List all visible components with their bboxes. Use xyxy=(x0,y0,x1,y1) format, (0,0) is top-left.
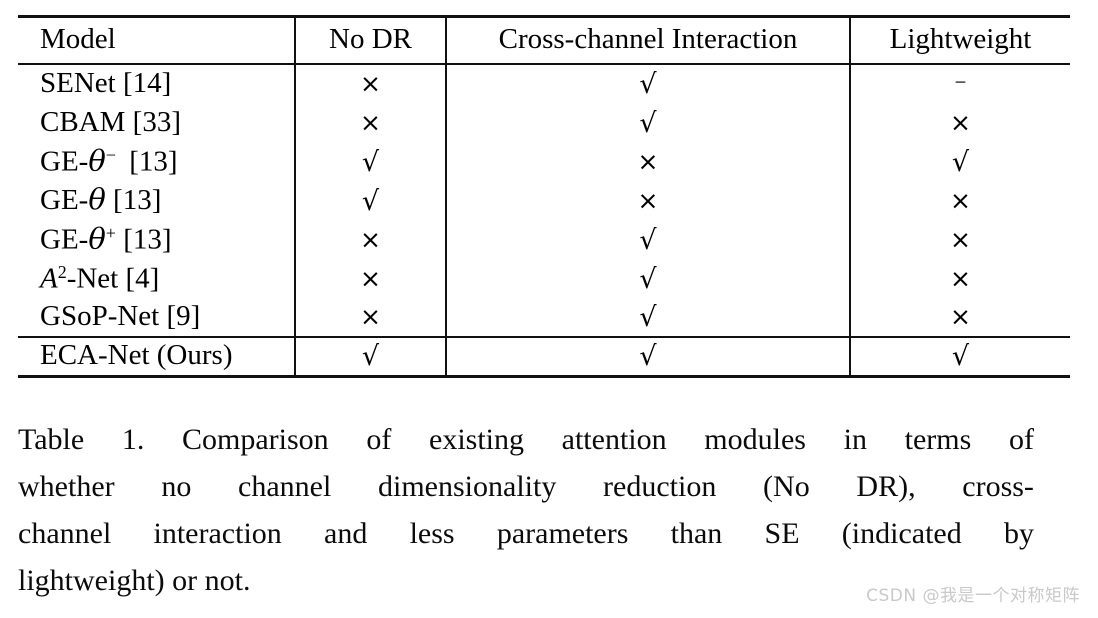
table-row: A2-Net [4] × √ × xyxy=(18,259,1070,298)
cell-cross-channel: √ xyxy=(445,336,850,378)
check-icon: √ xyxy=(361,341,380,373)
cell-no-dr: × xyxy=(294,220,446,259)
table-header: Model No DR Cross-channel Interaction Li… xyxy=(18,15,1070,65)
cell-no-dr: √ xyxy=(294,142,446,181)
table-row: GE-θ+ [13] × √ × xyxy=(18,220,1070,259)
cell-no-dr: × xyxy=(294,259,446,298)
cell-no-dr: × xyxy=(294,64,446,103)
cell-model: SENet [14] xyxy=(40,67,172,99)
table-row: CBAM [33] × √ × xyxy=(18,103,1070,142)
cross-icon: × xyxy=(950,263,971,293)
cell-model: A2-Net [4] xyxy=(40,261,160,295)
check-icon: √ xyxy=(361,185,380,217)
check-icon: √ xyxy=(639,107,657,139)
cell-lightweight: × xyxy=(849,298,1070,337)
cell-lightweight: × xyxy=(849,220,1070,259)
cell-no-dr: × xyxy=(294,103,446,142)
table-row: SENet [14] × √ – xyxy=(18,64,1070,103)
cell-cross-channel: √ xyxy=(445,64,850,103)
check-icon: √ xyxy=(951,341,970,373)
cell-model: GE-θ− [13] xyxy=(40,143,178,178)
cell-model: GE-θ+ [13] xyxy=(40,221,172,256)
column-header-lightweight: Lightweight xyxy=(849,15,1070,65)
cell-cross-channel: √ xyxy=(445,259,850,298)
cell-cross-channel: × xyxy=(445,181,850,220)
cell-no-dr: √ xyxy=(294,336,446,378)
caption-line: whether no channel dimensionality reduct… xyxy=(18,470,1034,503)
csdn-watermark: CSDN @我是一个对称矩阵 xyxy=(866,586,1080,606)
caption-line: channel interaction and less parameters … xyxy=(18,517,1034,550)
cell-model: CBAM [33] xyxy=(40,105,181,138)
cell-cross-channel: √ xyxy=(445,220,850,259)
comparison-table-container: Model No DR Cross-channel Interaction Li… xyxy=(18,15,1070,378)
cross-icon: × xyxy=(950,224,971,254)
table-row-highlight: ECA-Net (Ours) √ √ √ xyxy=(18,336,1070,378)
comparison-table: Model No DR Cross-channel Interaction Li… xyxy=(18,15,1070,378)
cell-lightweight: – xyxy=(849,64,1070,103)
check-icon: √ xyxy=(361,146,380,178)
table-header-row: Model No DR Cross-channel Interaction Li… xyxy=(18,15,1070,65)
check-icon: √ xyxy=(639,69,657,100)
check-icon: √ xyxy=(951,146,970,178)
cell-model: GSoP-Net [9] xyxy=(40,300,201,332)
table-row: GE-θ− [13] √ × √ xyxy=(18,142,1070,181)
table-body: SENet [14] × √ – CBAM [33] × √ × GE-θ− [… xyxy=(18,64,1070,378)
cell-cross-channel: √ xyxy=(445,298,850,337)
cell-lightweight: × xyxy=(849,259,1070,298)
cell-model: GE-θ [13] xyxy=(40,182,162,216)
table-row: GSoP-Net [9] × √ × xyxy=(18,298,1070,337)
cross-icon: × xyxy=(950,185,971,215)
cell-no-dr: × xyxy=(294,298,446,337)
cross-icon: × xyxy=(360,224,381,254)
table-row: GE-θ [13] √ × × xyxy=(18,181,1070,220)
cell-lightweight: √ xyxy=(849,142,1070,181)
cell-no-dr: √ xyxy=(294,181,446,220)
check-icon: √ xyxy=(639,263,657,295)
column-header-cross-channel-interaction: Cross-channel Interaction xyxy=(445,15,850,65)
cross-icon: × xyxy=(950,107,971,137)
check-icon: √ xyxy=(639,302,657,333)
check-icon: √ xyxy=(639,224,657,256)
check-icon: √ xyxy=(639,341,657,373)
cell-cross-channel: √ xyxy=(445,103,850,142)
table-caption: Table 1. Comparison of existing attentio… xyxy=(18,416,1034,604)
column-header-model: Model xyxy=(18,15,295,65)
cell-cross-channel: × xyxy=(445,142,850,181)
cell-lightweight: × xyxy=(849,103,1070,142)
cross-icon: × xyxy=(360,69,381,98)
cell-lightweight: √ xyxy=(849,336,1070,378)
cross-icon: × xyxy=(950,302,971,331)
cross-icon: × xyxy=(637,146,659,176)
cross-icon: × xyxy=(360,107,381,137)
cell-lightweight: × xyxy=(849,181,1070,220)
cell-model: ECA-Net (Ours) xyxy=(18,336,295,378)
cross-icon: × xyxy=(637,185,659,215)
caption-line: Table 1. Comparison of existing attentio… xyxy=(18,423,1034,456)
column-header-no-dr: No DR xyxy=(294,15,446,65)
cross-icon: × xyxy=(360,263,381,293)
dash-icon: – xyxy=(954,67,967,95)
cross-icon: × xyxy=(360,302,381,331)
